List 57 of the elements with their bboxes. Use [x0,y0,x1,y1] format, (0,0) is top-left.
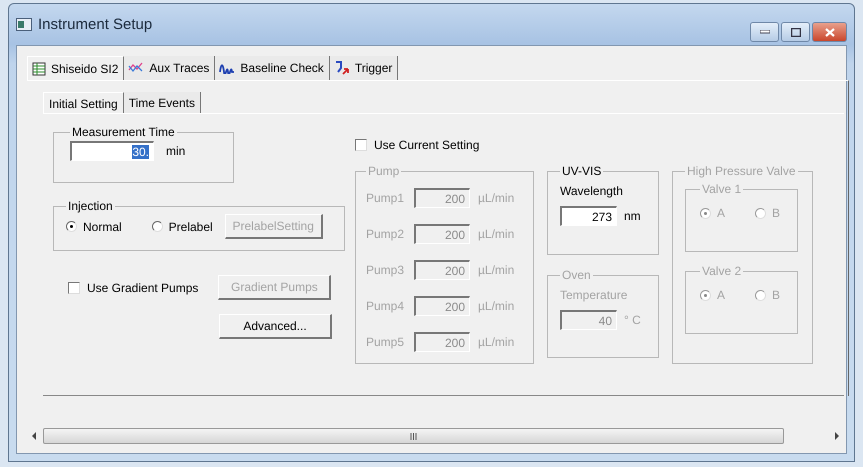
group-title: Valve 2 [701,264,742,278]
unit-label: µL/min [478,335,514,349]
unit-label: µL/min [478,299,514,313]
input-field[interactable]: 273 [560,206,617,226]
radio-label: Prelabel [168,220,213,234]
tab[interactable]: Initial Setting [43,92,124,114]
pump-label: Pump5 [366,335,406,349]
group-title: Oven [561,268,592,282]
field-label: Temperature [560,288,628,302]
unit-label: min [166,144,186,158]
radio-button[interactable] [66,221,77,232]
tab[interactable]: Time Events [124,92,201,113]
grip-icon [410,432,417,440]
radio-label: B [772,206,780,220]
radio-label: A [717,288,726,302]
field-label: Wavelength [560,184,623,198]
scroll-right-icon[interactable] [832,431,842,441]
tab[interactable]: Aux Traces [124,56,216,80]
radio-label: A [717,206,726,220]
wave-icon [219,62,236,74]
group-title: Measurement Time [71,125,176,139]
group-title: UV-VIS [561,164,602,178]
group-title: High Pressure Valve [686,164,796,178]
group-title: Pump [367,164,400,178]
checkbox-label: Use Gradient Pumps [87,280,198,294]
table-icon [32,62,46,76]
unit-label: nm [624,209,641,223]
pump-label: Pump1 [366,191,406,205]
pump-label: Pump4 [366,299,406,313]
tab[interactable]: Trigger [330,56,398,80]
close-icon [824,28,834,36]
close-button[interactable] [812,22,847,42]
unit-label: µL/min [478,191,514,205]
tab[interactable]: Shiseido SI2 [27,56,124,80]
radio-button[interactable] [152,221,163,232]
pump-label: Pump2 [366,227,406,241]
tab[interactable]: Baseline Check [215,56,330,80]
maximize-button[interactable] [781,22,810,42]
minimize-button[interactable] [750,22,779,42]
radio-label: B [772,288,780,302]
unit-label: µL/min [478,263,514,277]
checkbox[interactable] [355,139,367,151]
checkbox[interactable] [68,282,80,294]
minimize-icon [760,30,770,34]
window-icon [16,18,32,31]
trigger-arrows-icon [334,60,350,76]
checkbox-label: Use Current Setting [374,138,480,152]
radio-label: Normal [83,220,122,234]
pump-label: Pump3 [366,263,406,277]
unit-label: µL/min [478,227,514,241]
window-title: Instrument Setup [38,16,154,33]
unit-label: ° C [624,313,641,327]
input-field[interactable]: 30. [70,141,154,161]
advanced-button[interactable]: Advanced... [219,314,332,339]
maximize-icon [790,28,800,36]
group-title: Valve 1 [701,182,742,196]
group-title: Injection [67,199,114,213]
